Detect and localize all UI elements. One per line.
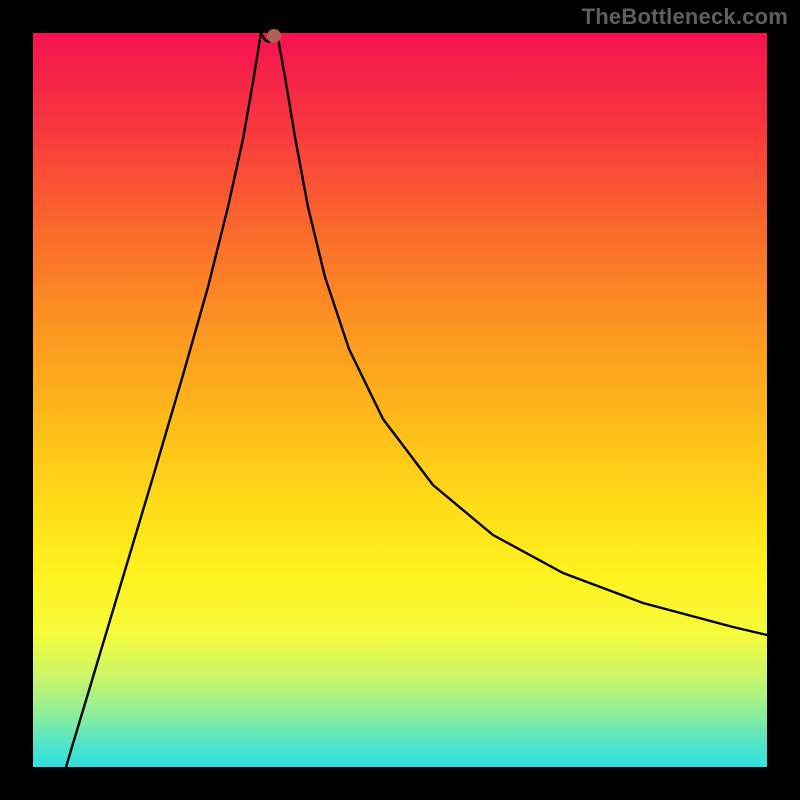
watermark-text: TheBottleneck.com [582, 4, 788, 30]
curve-svg [33, 33, 767, 767]
minimum-marker [267, 29, 281, 43]
bottleneck-curve [66, 33, 767, 767]
chart-frame: TheBottleneck.com [0, 0, 800, 800]
